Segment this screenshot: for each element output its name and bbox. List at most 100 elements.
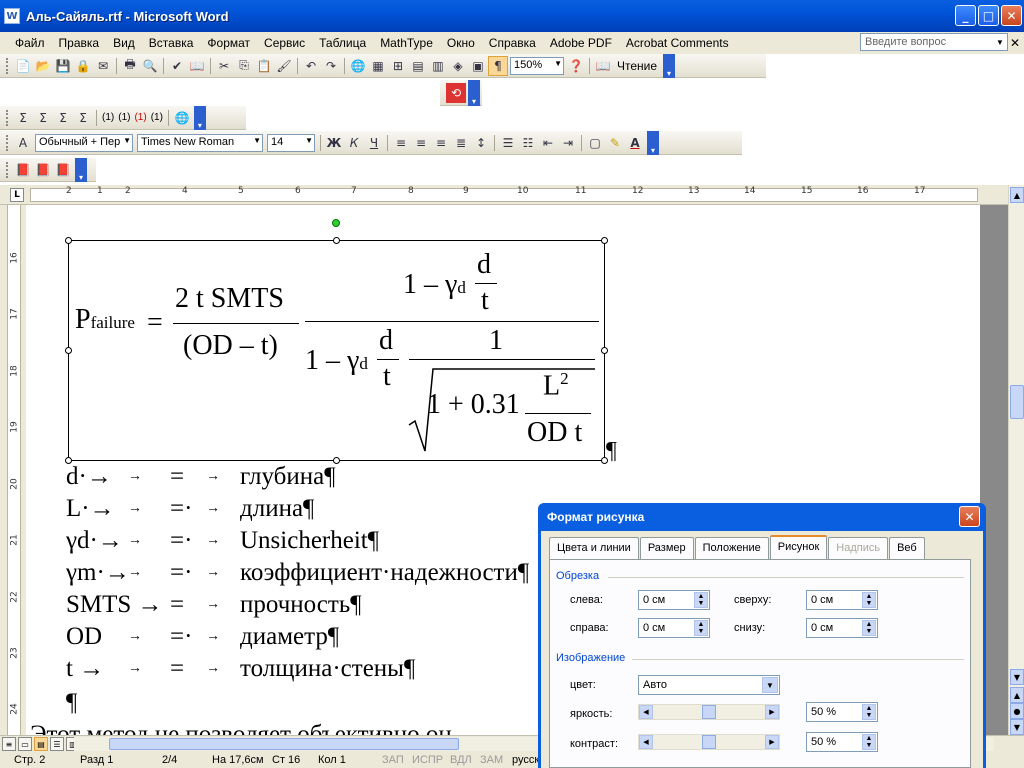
resize-handle[interactable] (601, 237, 608, 244)
equation-ref-button[interactable]: (1) (116, 112, 132, 123)
scroll-down-icon[interactable]: ▼ (1010, 669, 1024, 685)
decrease-indent-icon[interactable]: ⇤ (538, 133, 558, 153)
copy-icon[interactable]: ⎘ (234, 56, 254, 76)
columns-icon[interactable]: ▥ (428, 56, 448, 76)
dialog-close-button[interactable]: ✕ (959, 506, 980, 527)
save-icon[interactable]: 💾 (53, 56, 73, 76)
tab-colors-lines[interactable]: Цвета и линии (549, 537, 639, 559)
spinner-icon[interactable]: ▲ ▼ (694, 620, 708, 636)
menu-tools[interactable]: Сервис (257, 32, 312, 54)
spinner-icon[interactable]: ▲ ▼ (862, 734, 876, 750)
vertical-ruler[interactable]: 16 17 18 19 20 21 22 23 24 (0, 205, 26, 735)
print-layout-icon[interactable]: ▤ (34, 737, 48, 751)
drawing-icon[interactable]: ◈ (448, 56, 468, 76)
tab-layout[interactable]: Положение (694, 537, 769, 559)
equation-object[interactable]: Pfailure = 2 t SMTS (OD – t) 1 – γd d t … (65, 237, 608, 464)
convert-pdf-icon[interactable]: 📕 (13, 160, 33, 180)
brightness-input[interactable]: 50 % ▲ ▼ (806, 702, 878, 722)
next-page-icon[interactable]: ▼ (1010, 719, 1024, 735)
status-overtype[interactable]: ЗАМ (480, 754, 503, 766)
crop-top-input[interactable]: 0 см ▲ ▼ (806, 590, 878, 610)
close-button[interactable]: ✕ (1001, 5, 1022, 26)
research-icon[interactable]: 📖 (187, 56, 207, 76)
brightness-slider[interactable]: ◀ ▶ (638, 704, 780, 720)
slider-right-icon[interactable]: ▶ (765, 705, 779, 719)
bullets-icon[interactable]: ☷ (518, 133, 538, 153)
reading-icon[interactable]: 📖 (593, 56, 613, 76)
web-view-icon[interactable]: ▭ (18, 737, 32, 751)
menu-acrobat-comments[interactable]: Acrobat Comments (619, 32, 736, 54)
tab-size[interactable]: Размер (639, 537, 694, 559)
toolbar-grip[interactable] (6, 161, 9, 178)
tables-borders-icon[interactable]: ▦ (368, 56, 388, 76)
sum-right-icon[interactable]: Σ (73, 108, 93, 128)
mathtype-web-icon[interactable]: 🌐 (172, 108, 192, 128)
toolbar-grip[interactable] (6, 109, 9, 126)
print-icon[interactable]: 🖶 (120, 56, 140, 76)
format-painter-icon[interactable]: 🖌 (274, 56, 294, 76)
font-size-select[interactable]: 14 ▼ (267, 133, 315, 152)
crop-left-input[interactable]: 0 см ▲ ▼ (638, 590, 710, 610)
maximize-button[interactable]: □ (978, 5, 999, 26)
ask-question-input[interactable]: Введите вопрос ▼ (860, 33, 1008, 51)
menu-table[interactable]: Таблица (312, 32, 373, 54)
bold-button[interactable]: Ж (324, 133, 344, 153)
toolbar-grip[interactable] (6, 134, 9, 151)
spinner-icon[interactable]: ▲ ▼ (862, 704, 876, 720)
status-track[interactable]: ИСПР (412, 754, 443, 766)
outline-view-icon[interactable]: ☰ (50, 737, 64, 751)
tab-web[interactable]: Веб (889, 537, 925, 559)
menu-file[interactable]: Файл (8, 32, 52, 54)
chevron-down-icon[interactable]: ▼ (993, 34, 1007, 50)
resize-handle[interactable] (601, 347, 608, 354)
sum-left-icon[interactable]: Σ (53, 108, 73, 128)
menu-help[interactable]: Справка (482, 32, 543, 54)
borders-icon[interactable]: ▢ (585, 133, 605, 153)
equation-chapter-button[interactable]: (1) (132, 112, 148, 123)
toolbar-grip[interactable] (6, 57, 9, 74)
rotate-handle[interactable] (332, 219, 340, 227)
equation-update-button[interactable]: (1) (149, 112, 165, 123)
spinner-icon[interactable]: ▲ ▼ (862, 620, 876, 636)
new-document-icon[interactable]: 📄 (13, 56, 33, 76)
numbering-icon[interactable]: ☰ (498, 133, 518, 153)
help-icon[interactable]: ❓ (566, 56, 586, 76)
align-center-icon[interactable]: ≡ (411, 133, 431, 153)
menu-format[interactable]: Формат (200, 32, 257, 54)
toolbar-options-icon[interactable]: ▾ (647, 130, 659, 155)
convert-pdf-email-icon[interactable]: 📕 (33, 160, 53, 180)
resize-handle[interactable] (65, 347, 72, 354)
menu-edit[interactable]: Правка (52, 32, 107, 54)
slider-right-icon[interactable]: ▶ (765, 735, 779, 749)
styles-icon[interactable]: A (13, 133, 33, 153)
crop-right-input[interactable]: 0 см ▲ ▼ (638, 618, 710, 638)
font-color-icon[interactable]: A (625, 133, 645, 153)
align-left-icon[interactable]: ≡ (391, 133, 411, 153)
insert-table-icon[interactable]: ⊞ (388, 56, 408, 76)
chevron-down-icon[interactable]: ▼ (762, 677, 778, 693)
show-formatting-icon[interactable]: ¶ (488, 55, 508, 76)
email-icon[interactable]: ✉ (93, 56, 113, 76)
resize-handle[interactable] (333, 237, 340, 244)
previous-page-icon[interactable]: ▲ (1010, 687, 1024, 703)
equation-number-button[interactable]: (1) (100, 112, 116, 123)
normal-view-icon[interactable]: ≡ (2, 737, 16, 751)
toolbar-options-icon[interactable]: ▾ (193, 105, 206, 130)
menu-mathtype[interactable]: MathType (373, 32, 440, 54)
insert-excel-icon[interactable]: ▤ (408, 56, 428, 76)
spinner-icon[interactable]: ▲ ▼ (694, 592, 708, 608)
print-preview-icon[interactable]: 🔍 (140, 56, 160, 76)
horizontal-scroll-thumb[interactable] (109, 738, 459, 750)
menu-window[interactable]: Окно (440, 32, 482, 54)
zoom-select[interactable]: 150% ▼ (510, 56, 564, 75)
contrast-thumb[interactable] (702, 735, 716, 749)
sum-icon[interactable]: Σ (13, 108, 33, 128)
scroll-up-icon[interactable]: ▲ (1010, 187, 1024, 203)
menu-adobe-pdf[interactable]: Adobe PDF (543, 32, 619, 54)
toolbar-options-icon[interactable]: ▾ (468, 79, 480, 106)
status-extend[interactable]: ВДЛ (450, 754, 472, 766)
vertical-scrollbar[interactable]: ▲ ▼ ▲ ● ▼ (1008, 185, 1024, 735)
font-select[interactable]: Times New Roman ▼ (137, 133, 263, 152)
document-map-icon[interactable]: ▣ (468, 56, 488, 76)
scroll-thumb[interactable] (1010, 385, 1024, 419)
